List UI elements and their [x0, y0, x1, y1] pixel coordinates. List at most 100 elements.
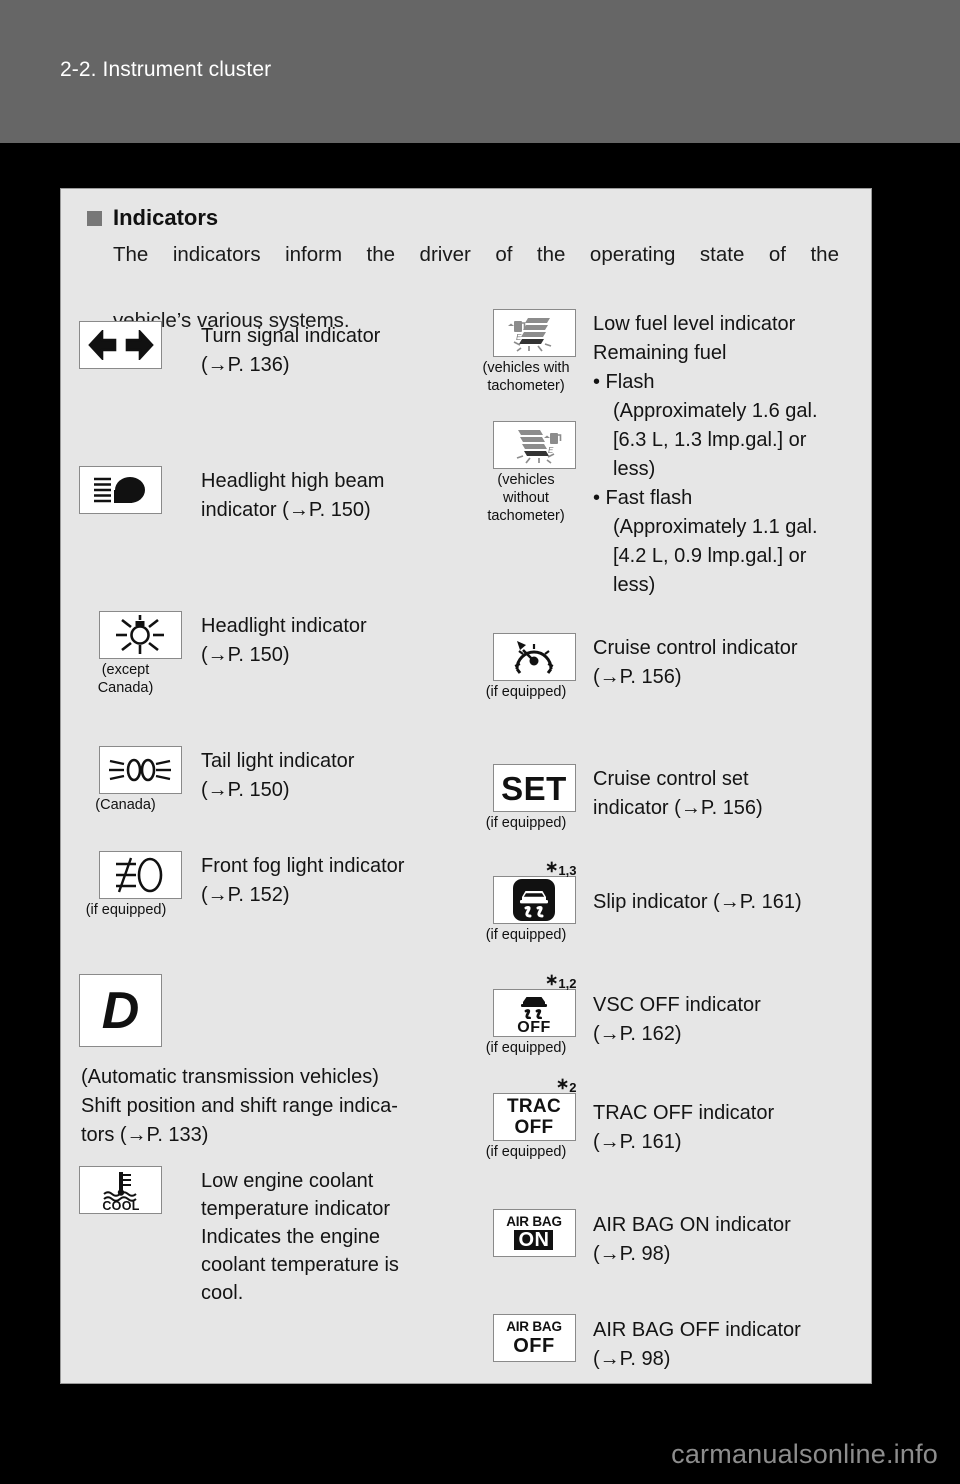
desc-line-2: indicator (→P. 150) [201, 499, 371, 521]
footnote-star: ∗ [555, 1076, 570, 1093]
shift-position-d-glyph: D [101, 981, 140, 1040]
indicator-description: Tail light indicator (→P. 150) [201, 746, 354, 814]
desc-line-1: TRAC OFF indicator [593, 1102, 775, 1124]
shift-paragraph-line-1: (Automatic transmission vehicles) [81, 1066, 379, 1088]
air-bag-off-label-bottom: OFF [513, 1334, 555, 1357]
desc-line-1: Front fog light indicator [201, 855, 405, 877]
site-watermark: carmanualsonline.info [671, 1439, 938, 1469]
indicator-description: AIR BAG ON indicator (→P. 98) [593, 1209, 791, 1269]
indicator-description: VSC OFF indicator (→P. 162) [593, 989, 761, 1057]
icon-cell: (if equipped) [79, 851, 201, 919]
desc-line-2: (→P. 98) [593, 1243, 671, 1265]
low-fuel-level-without-tachometer-icon: E [492, 421, 576, 469]
subnote-line-1: (if equipped) [485, 1144, 567, 1160]
indicator-description: Slip indicator (→P. 161) [593, 876, 802, 944]
desc-line-1: AIR BAG OFF indicator [593, 1319, 801, 1341]
indicator-row-tail-light: (Canada) Tail light indicator (→P. 150) [79, 746, 354, 814]
indicator-row-high-beam: Headlight high beam indicator (→P. 150) [79, 466, 384, 525]
subnote-line-1: (if equipped) [85, 902, 167, 918]
svg-text:E: E [516, 333, 522, 342]
page-title: 2-2. Instrument cluster [60, 58, 272, 81]
indicator-row-cruise-control: (if equipped) Cruise control indicator (… [479, 633, 798, 701]
tail-light-icon [98, 746, 182, 794]
indicator-description: Headlight indicator (→P. 150) [201, 611, 367, 697]
icon-cell: E (vehicles with tachometer) E (vehicles… [479, 309, 589, 600]
footnote-marker: ∗2 [555, 1074, 577, 1095]
desc-line-5: cool. [201, 1282, 244, 1304]
icon-cell: (if equipped) [479, 633, 589, 701]
icon-subnote: (if equipped) [471, 926, 581, 944]
fuel-line-7: • Fast flash [593, 487, 693, 509]
desc-line-2: temperature indicator [201, 1198, 390, 1220]
indicator-row-trac-off: ∗2 TRAC OFF (if equipped) TRAC OFF indic… [479, 1076, 774, 1161]
desc-line-1: Cruise control set [593, 768, 749, 790]
low-fuel-level-description: Low fuel level indicator Remaining fuel … [593, 309, 818, 600]
indicator-description: TRAC OFF indicator (→P. 161) [593, 1093, 774, 1161]
footnote-star: ∗ [545, 859, 559, 876]
icon-subnote: (Canada) [79, 796, 172, 814]
icon-cell: ∗1,3 (if equipped) [479, 859, 589, 944]
indicator-row-front-fog-light: (if equipped) Front fog light indicator … [79, 851, 404, 919]
shift-position-d-icon: D [79, 974, 162, 1047]
icon-cell [79, 466, 201, 525]
icon-cell [79, 321, 201, 380]
desc-line-4: coolant temperature is [201, 1254, 399, 1276]
fuel-line-8: (Approximately 1.1 gal. [613, 516, 818, 538]
indicator-row-turn-signal: Turn signal indicator (→P. 136) [79, 321, 380, 380]
footnote-number: 1,3 [558, 863, 577, 878]
desc-line-1: Headlight high beam [201, 470, 385, 492]
indicator-row-headlight: (except Canada) Headlight indicator (→P.… [79, 611, 367, 697]
desc-line-3: Indicates the engine [201, 1226, 381, 1248]
air-bag-on-icon: AIR BAG ON [492, 1209, 576, 1257]
fuel-line-6: less) [613, 458, 656, 480]
desc-line-1: Cruise control indicator [593, 637, 798, 659]
intro-heading: Indicators [87, 205, 847, 231]
indicator-description: Front fog light indicator (→P. 152) [201, 851, 404, 919]
subnote-line-1: (if equipped) [485, 815, 567, 831]
air-bag-off-icon: AIR BAG OFF [492, 1314, 576, 1362]
indicator-description: Low engine coolant temperature indicator… [201, 1166, 399, 1307]
indicator-row-air-bag-on: AIR BAG ON AIR BAG ON indicator (→P. 98) [479, 1209, 791, 1269]
headlight-icon [98, 611, 182, 659]
icon-subnote: (if equipped) [71, 901, 181, 919]
fuel-line-4: (Approximately 1.6 gal. [613, 400, 818, 422]
svg-text:E: E [548, 446, 554, 455]
trac-off-label-line-1: TRAC [507, 1096, 561, 1117]
subnote-line-1: (except [101, 662, 150, 678]
icon-cell: ∗2 TRAC OFF (if equipped) [479, 1076, 589, 1161]
fuel-line-1: Low fuel level indicator [593, 313, 796, 335]
desc-line-2: (→P. 162) [593, 1023, 682, 1045]
content-panel: Indicators The indicators inform the dri… [60, 188, 872, 1384]
icon-subnote: (if equipped) [471, 683, 581, 701]
fuel-line-10: less) [613, 574, 656, 596]
desc-line-2: (→P. 161) [593, 1131, 682, 1153]
footnote-number: 1,2 [558, 976, 577, 991]
icon-subnote: (vehicles with tachometer) [471, 359, 581, 395]
icon-subnote: (if equipped) [471, 1039, 581, 1057]
air-bag-on-label-bottom: ON [514, 1230, 554, 1251]
subnote-line-2: Canada) [97, 680, 154, 696]
low-fuel-level-with-tachometer-icon: E [492, 309, 576, 357]
front-fog-light-icon [98, 851, 182, 899]
icon-cell: SET (if equipped) [479, 764, 589, 832]
icon-subnote: (vehicles without tachometer) [471, 471, 581, 525]
square-bullet-icon [87, 210, 102, 226]
footnote-marker: ∗1,2 [545, 970, 577, 991]
desc-line-2: (→P. 150) [201, 644, 290, 666]
fuel-line-3: • Flash [593, 371, 655, 393]
icon-cell: (Canada) [79, 746, 201, 814]
icon-cell: AIR BAG OFF [479, 1314, 589, 1374]
indicator-description: AIR BAG OFF indicator (→P. 98) [593, 1314, 801, 1374]
footnote-star: ∗ [545, 972, 559, 989]
desc-line-1: Turn signal indicator [201, 325, 381, 347]
fuel-line-2: Remaining fuel [593, 342, 727, 364]
desc-line-1: Headlight indicator [201, 615, 367, 637]
desc-line-2: (→P. 152) [201, 884, 290, 906]
footnote-number: 2 [569, 1080, 577, 1095]
trac-off-icon: ∗2 TRAC OFF [492, 1076, 577, 1141]
indicator-row-low-coolant-temperature: COOL Low engine coolant temperature indi… [79, 1166, 399, 1307]
desc-line-2: (→P. 150) [201, 779, 290, 801]
desc-line-1: Low engine coolant [201, 1170, 374, 1192]
indicator-row-air-bag-off: AIR BAG OFF AIR BAG OFF indicator (→P. 9… [479, 1314, 801, 1374]
desc-line-2: (→P. 156) [593, 666, 682, 688]
